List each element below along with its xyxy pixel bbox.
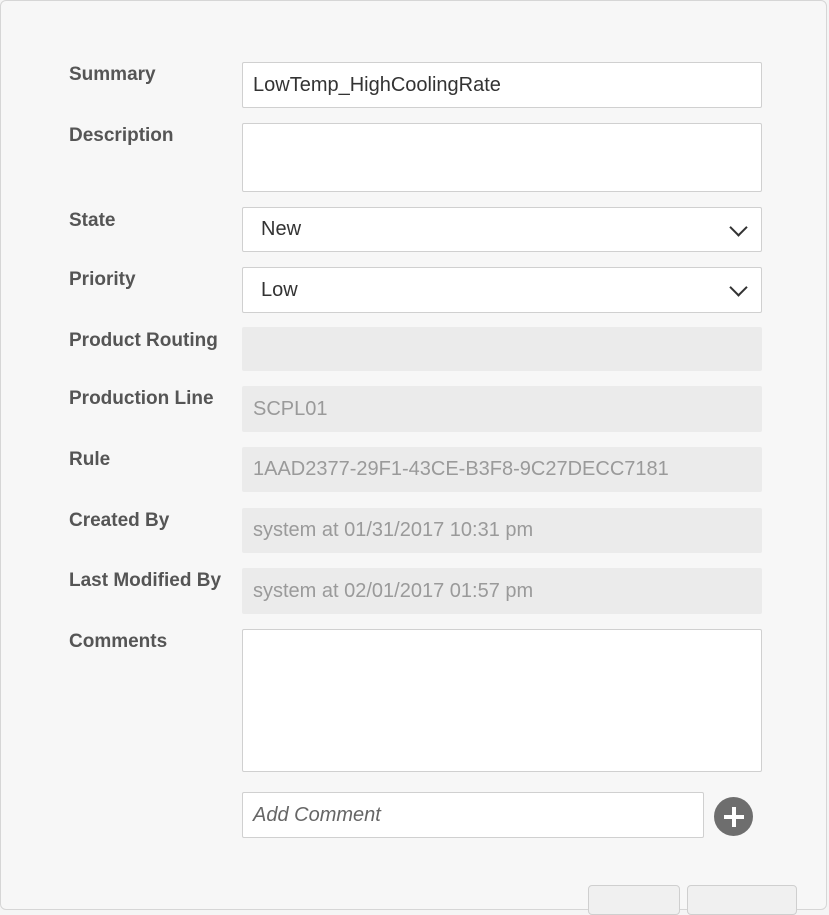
- priority-label: Priority: [69, 269, 136, 290]
- product-routing-label: Product Routing: [69, 330, 218, 351]
- last-modified-by-value: system at 02/01/2017 01:57 pm: [253, 579, 534, 602]
- created-by-field: system at 01/31/2017 10:31 pm: [242, 508, 762, 553]
- summary-value: LowTemp_HighCoolingRate: [253, 73, 501, 96]
- production-line-value: SCPL01: [253, 397, 328, 420]
- rule-field: 1AAD2377-29F1-43CE-B3F8-9C27DECC7181: [242, 447, 762, 492]
- chevron-down-icon: [729, 278, 748, 297]
- last-modified-by-label: Last Modified By: [69, 570, 222, 591]
- created-by-value: system at 01/31/2017 10:31 pm: [253, 519, 534, 541]
- created-by-label: Created By: [69, 510, 170, 531]
- production-line-field: SCPL01: [242, 386, 762, 432]
- last-modified-by-field: system at 02/01/2017 01:57 pm: [242, 568, 762, 614]
- comments-list[interactable]: [242, 629, 762, 772]
- footer-button-left[interactable]: [588, 885, 680, 915]
- description-label: Description: [69, 125, 174, 146]
- rule-label: Rule: [69, 449, 111, 470]
- footer-button-right[interactable]: [687, 885, 797, 915]
- add-comment-input[interactable]: Add Comment: [242, 792, 704, 838]
- summary-input[interactable]: LowTemp_HighCoolingRate: [242, 62, 762, 108]
- state-value: New: [261, 218, 302, 240]
- issue-dialog: Summary LowTemp_HighCoolingRate Descript…: [0, 0, 827, 915]
- priority-value: Low: [261, 278, 298, 301]
- description-textarea[interactable]: [242, 123, 762, 192]
- priority-select[interactable]: Low: [242, 267, 762, 313]
- add-comment-placeholder: Add Comment: [253, 803, 381, 826]
- state-label: State: [69, 210, 116, 231]
- rule-value: 1AAD2377-29F1-43CE-B3F8-9C27DECC7181: [253, 458, 669, 480]
- state-select[interactable]: New: [242, 207, 762, 252]
- chevron-down-icon: [729, 217, 748, 237]
- product-routing-field: [242, 327, 762, 371]
- production-line-label: Production Line: [69, 388, 214, 409]
- comments-label: Comments: [69, 631, 168, 652]
- add-comment-button[interactable]: [714, 797, 753, 836]
- summary-label: Summary: [69, 64, 156, 85]
